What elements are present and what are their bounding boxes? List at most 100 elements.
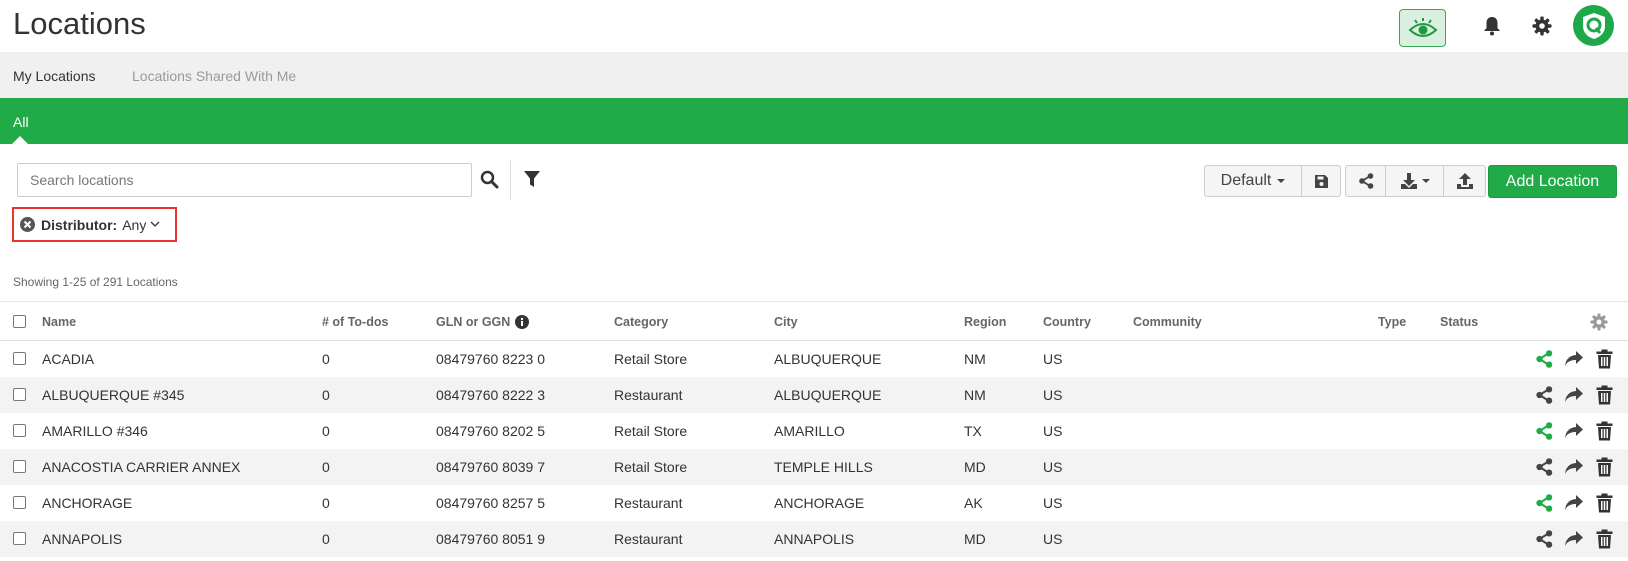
col-category[interactable]: Category bbox=[614, 315, 668, 329]
notifications-button[interactable] bbox=[1480, 14, 1504, 38]
cell-name[interactable]: ANACOSTIA CARRIER ANNEX bbox=[42, 459, 240, 475]
row-checkbox[interactable] bbox=[13, 460, 26, 473]
search-icon bbox=[480, 170, 498, 188]
row-checkbox[interactable] bbox=[13, 352, 26, 365]
cell-category: Retail Store bbox=[614, 351, 688, 367]
trash-icon bbox=[1596, 457, 1612, 477]
table-row[interactable]: ANACOSTIA CARRIER ANNEX 0 08479760 8039 7 R… bbox=[0, 449, 1628, 485]
tab-bar: My Locations Locations Shared With Me bbox=[0, 52, 1628, 98]
cell-region: NM bbox=[964, 351, 986, 367]
cell-todos: 0 bbox=[322, 387, 330, 403]
table-row[interactable]: ACADIA 0 08479760 8223 0 Retail Store ALBUQU… bbox=[0, 341, 1628, 377]
cell-todos: 0 bbox=[322, 351, 330, 367]
chevron-down-icon bbox=[150, 221, 160, 227]
row-share-button[interactable] bbox=[1533, 456, 1555, 478]
download-dropdown[interactable] bbox=[1385, 165, 1444, 197]
row-forward-button[interactable] bbox=[1563, 456, 1585, 478]
toolbar-divider bbox=[510, 160, 511, 200]
row-share-button[interactable] bbox=[1533, 528, 1555, 550]
row-share-button[interactable] bbox=[1533, 348, 1555, 370]
cell-city: ALBUQUERQUE bbox=[774, 387, 882, 403]
row-actions bbox=[1533, 420, 1615, 442]
table-header: Name # of To-dos GLN or GGN Category Cit… bbox=[0, 301, 1628, 341]
row-share-button[interactable] bbox=[1533, 492, 1555, 514]
cell-name[interactable]: ALBUQUERQUE #345 bbox=[42, 387, 184, 403]
download-icon bbox=[1400, 172, 1417, 189]
row-forward-button[interactable] bbox=[1563, 420, 1585, 442]
upload-button[interactable] bbox=[1443, 165, 1486, 197]
view-dropdown[interactable]: Default bbox=[1204, 165, 1302, 197]
share-icon bbox=[1536, 494, 1553, 512]
row-share-button[interactable] bbox=[1533, 384, 1555, 406]
col-gln[interactable]: GLN or GGN bbox=[436, 315, 530, 329]
col-city[interactable]: City bbox=[774, 315, 798, 329]
row-forward-button[interactable] bbox=[1563, 492, 1585, 514]
share-icon bbox=[1536, 422, 1553, 440]
col-country[interactable]: Country bbox=[1043, 315, 1091, 329]
cell-category: Restaurant bbox=[614, 495, 683, 511]
remove-filter-button[interactable] bbox=[20, 217, 35, 232]
row-delete-button[interactable] bbox=[1593, 348, 1615, 370]
row-delete-button[interactable] bbox=[1593, 456, 1615, 478]
row-delete-button[interactable] bbox=[1593, 492, 1615, 514]
row-delete-button[interactable] bbox=[1593, 528, 1615, 550]
search-button[interactable] bbox=[478, 168, 500, 190]
cell-category: Restaurant bbox=[614, 531, 683, 547]
caret-down-icon bbox=[1277, 179, 1286, 183]
cell-city: TEMPLE HILLS bbox=[774, 459, 873, 475]
add-location-button[interactable]: Add Location bbox=[1488, 165, 1617, 198]
col-type[interactable]: Type bbox=[1378, 315, 1406, 329]
gear-icon bbox=[1532, 16, 1552, 36]
row-delete-button[interactable] bbox=[1593, 420, 1615, 442]
col-name[interactable]: Name bbox=[42, 315, 76, 329]
cell-name[interactable]: ANNAPOLIS bbox=[42, 531, 122, 547]
distributor-filter-chip[interactable]: Distributor: Any bbox=[12, 207, 177, 242]
avatar[interactable] bbox=[1573, 5, 1614, 46]
cell-country: US bbox=[1043, 351, 1063, 367]
col-todos[interactable]: # of To-dos bbox=[322, 315, 388, 329]
row-forward-button[interactable] bbox=[1563, 384, 1585, 406]
row-checkbox[interactable] bbox=[13, 532, 26, 545]
cell-city: ALBUQUERQUE bbox=[774, 351, 882, 367]
close-circle-icon bbox=[20, 217, 35, 232]
row-forward-button[interactable] bbox=[1563, 528, 1585, 550]
info-icon[interactable] bbox=[515, 315, 530, 329]
row-share-button[interactable] bbox=[1533, 420, 1555, 442]
cell-country: US bbox=[1043, 531, 1063, 547]
row-forward-button[interactable] bbox=[1563, 348, 1585, 370]
table-row[interactable]: ANCHORAGE 0 08479760 8257 5 Restaurant ANCHO… bbox=[0, 485, 1628, 521]
tab-my-locations[interactable]: My Locations bbox=[13, 68, 95, 84]
search-input[interactable] bbox=[17, 163, 472, 197]
select-all-checkbox[interactable] bbox=[13, 315, 26, 328]
forward-arrow-icon bbox=[1565, 351, 1583, 366]
row-checkbox[interactable] bbox=[13, 424, 26, 437]
col-status[interactable]: Status bbox=[1440, 315, 1478, 329]
tab-locations-shared[interactable]: Locations Shared With Me bbox=[132, 68, 296, 84]
table-row[interactable]: AMARILLO #346 0 08479760 8202 5 Retail Stor… bbox=[0, 413, 1628, 449]
column-settings-gear-icon[interactable] bbox=[1590, 313, 1608, 331]
cell-name[interactable]: ACADIA bbox=[42, 351, 94, 367]
eye-icon bbox=[1408, 18, 1437, 37]
filter-button[interactable] bbox=[521, 168, 543, 190]
trash-icon bbox=[1596, 421, 1612, 441]
save-view-button[interactable] bbox=[1301, 165, 1341, 197]
col-region[interactable]: Region bbox=[964, 315, 1006, 329]
cell-name[interactable]: ANCHORAGE bbox=[42, 495, 132, 511]
row-delete-button[interactable] bbox=[1593, 384, 1615, 406]
table-row[interactable]: ANNAPOLIS 0 08479760 8051 9 Restaurant ANNAP… bbox=[0, 521, 1628, 557]
row-checkbox[interactable] bbox=[13, 388, 26, 401]
share-button[interactable] bbox=[1345, 165, 1386, 197]
eye-button[interactable] bbox=[1399, 9, 1446, 47]
row-actions bbox=[1533, 384, 1615, 406]
row-actions bbox=[1533, 348, 1615, 370]
subnav-all[interactable]: All bbox=[13, 114, 29, 130]
cell-gln: 08479760 8257 5 bbox=[436, 495, 545, 511]
cell-category: Retail Store bbox=[614, 459, 688, 475]
cell-region: NM bbox=[964, 387, 986, 403]
col-community[interactable]: Community bbox=[1133, 315, 1202, 329]
view-dropdown-label: Default bbox=[1220, 172, 1272, 189]
cell-name[interactable]: AMARILLO #346 bbox=[42, 423, 148, 439]
row-checkbox[interactable] bbox=[13, 496, 26, 509]
table-row[interactable]: ALBUQUERQUE #345 0 08479760 8222 3 Restaura… bbox=[0, 377, 1628, 413]
settings-button[interactable] bbox=[1530, 14, 1554, 38]
